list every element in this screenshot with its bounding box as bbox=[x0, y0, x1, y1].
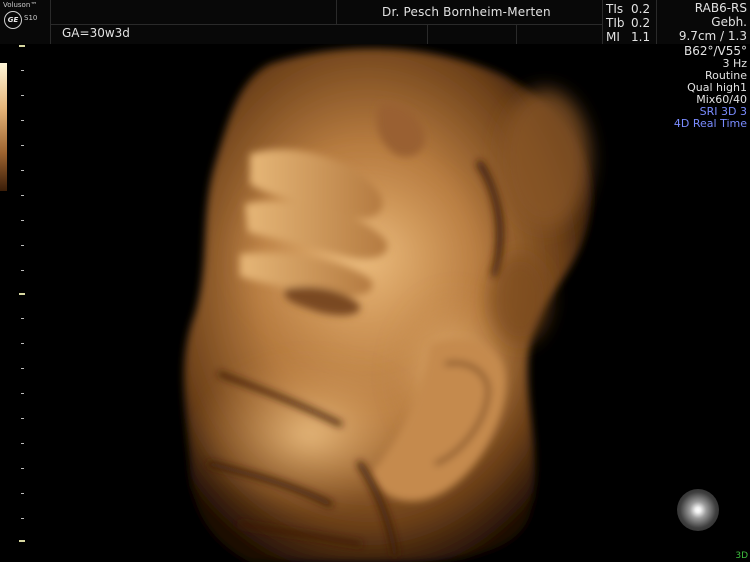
probe-label: RAB6-RS bbox=[694, 1, 747, 15]
mode-3d-label: 3D bbox=[735, 551, 748, 561]
header-divider bbox=[602, 0, 603, 44]
light-source-orb[interactable] bbox=[677, 489, 719, 531]
brand-label: Voluson™ bbox=[3, 1, 38, 9]
tis-label: TIs bbox=[606, 2, 624, 16]
tib-label: TIb bbox=[606, 16, 625, 30]
header-divider bbox=[516, 24, 517, 44]
header-divider bbox=[427, 24, 428, 44]
depth-label: 9.7cm / 1.3 bbox=[678, 29, 747, 43]
tib-value: 0.2 bbox=[631, 16, 651, 30]
doctor-name: Dr. Pesch Bornheim-Merten bbox=[382, 5, 551, 19]
gestational-age: GA=30w3d bbox=[62, 26, 130, 40]
tis-value: 0.2 bbox=[631, 2, 651, 16]
mi-label: MI bbox=[606, 30, 620, 44]
header-divider bbox=[50, 24, 602, 25]
header-divider bbox=[336, 0, 337, 24]
model-label: S10 bbox=[24, 14, 38, 22]
ultrasound-3d-render bbox=[184, 48, 592, 562]
header-divider bbox=[656, 0, 657, 44]
ge-logo-icon: GE bbox=[4, 11, 22, 29]
header-divider bbox=[50, 0, 51, 44]
mi-value: 1.1 bbox=[631, 30, 651, 44]
preset-label: Gebh. bbox=[711, 15, 747, 29]
